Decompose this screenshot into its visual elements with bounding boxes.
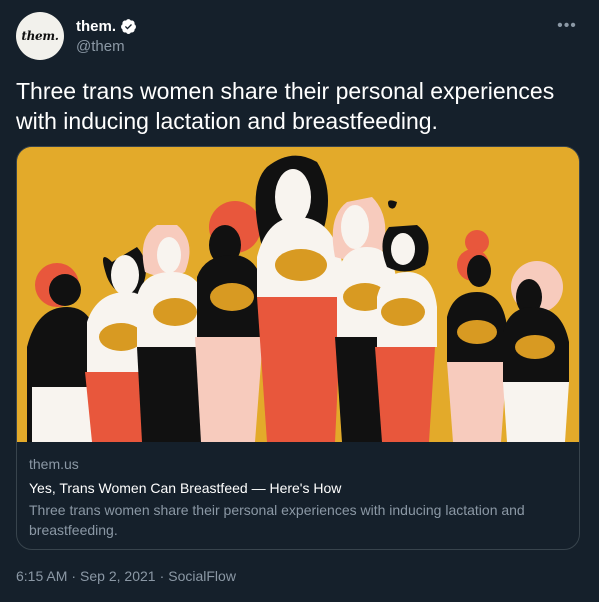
- card-image: [17, 147, 579, 442]
- tweet: them. them. @them ••• Three trans women …: [0, 0, 599, 602]
- card-description: Three trans women share their personal e…: [29, 502, 525, 538]
- card-title[interactable]: Yes, Trans Women Can Breastfeed — Here's…: [29, 478, 569, 498]
- author-names: them. @them: [76, 16, 137, 55]
- display-name[interactable]: them.: [76, 18, 116, 35]
- tweet-metadata: 6:15 AM · Sep 2, 2021 · SocialFlow: [16, 568, 236, 584]
- card-meta: them.us Yes, Trans Women Can Breastfeed …: [29, 454, 569, 540]
- handle[interactable]: @them: [76, 38, 137, 55]
- tweet-source[interactable]: SocialFlow: [168, 568, 236, 584]
- separator: ·: [159, 568, 165, 584]
- tweet-date[interactable]: Sep 2, 2021: [80, 568, 156, 584]
- card-domain: them.us: [29, 456, 79, 472]
- tweet-time[interactable]: 6:15 AM: [16, 568, 67, 584]
- link-card[interactable]: them.us Yes, Trans Women Can Breastfeed …: [16, 146, 580, 550]
- tweet-header: them. them. @them •••: [16, 12, 583, 62]
- verified-badge-icon: [121, 18, 136, 34]
- more-dots-icon[interactable]: •••: [555, 16, 579, 36]
- avatar[interactable]: them.: [16, 12, 64, 60]
- illustration-women-breastfeeding: [17, 147, 579, 442]
- display-name-row: them.: [76, 16, 137, 36]
- separator: ·: [71, 568, 77, 584]
- tweet-text: Three trans women share their personal e…: [16, 78, 555, 134]
